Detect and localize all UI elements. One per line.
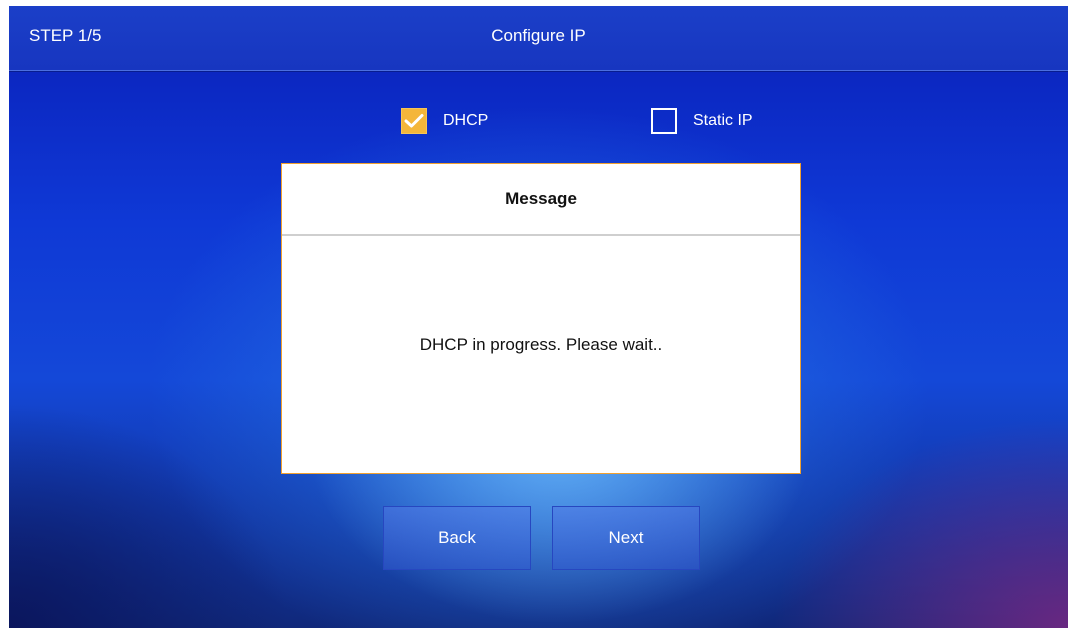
static-ip-label: Static IP <box>693 112 753 129</box>
dhcp-option[interactable]: DHCP <box>401 106 488 136</box>
back-button[interactable]: Back <box>383 506 531 570</box>
next-button[interactable]: Next <box>552 506 700 570</box>
setup-screen: STEP 1/5 Configure IP DHCP Static IP Mes… <box>9 6 1068 628</box>
message-dialog: Message DHCP in progress. Please wait.. <box>281 163 801 474</box>
title-bar: STEP 1/5 Configure IP <box>9 6 1068 71</box>
static-ip-checkbox[interactable] <box>651 108 677 134</box>
dialog-message: DHCP in progress. Please wait.. <box>419 334 663 354</box>
page-title: Configure IP <box>491 26 586 45</box>
check-icon <box>404 114 424 128</box>
dhcp-label: DHCP <box>443 112 489 129</box>
static-ip-option[interactable]: Static IP <box>651 106 753 136</box>
dhcp-checkbox[interactable] <box>401 108 427 134</box>
dialog-title: Message <box>282 164 800 236</box>
